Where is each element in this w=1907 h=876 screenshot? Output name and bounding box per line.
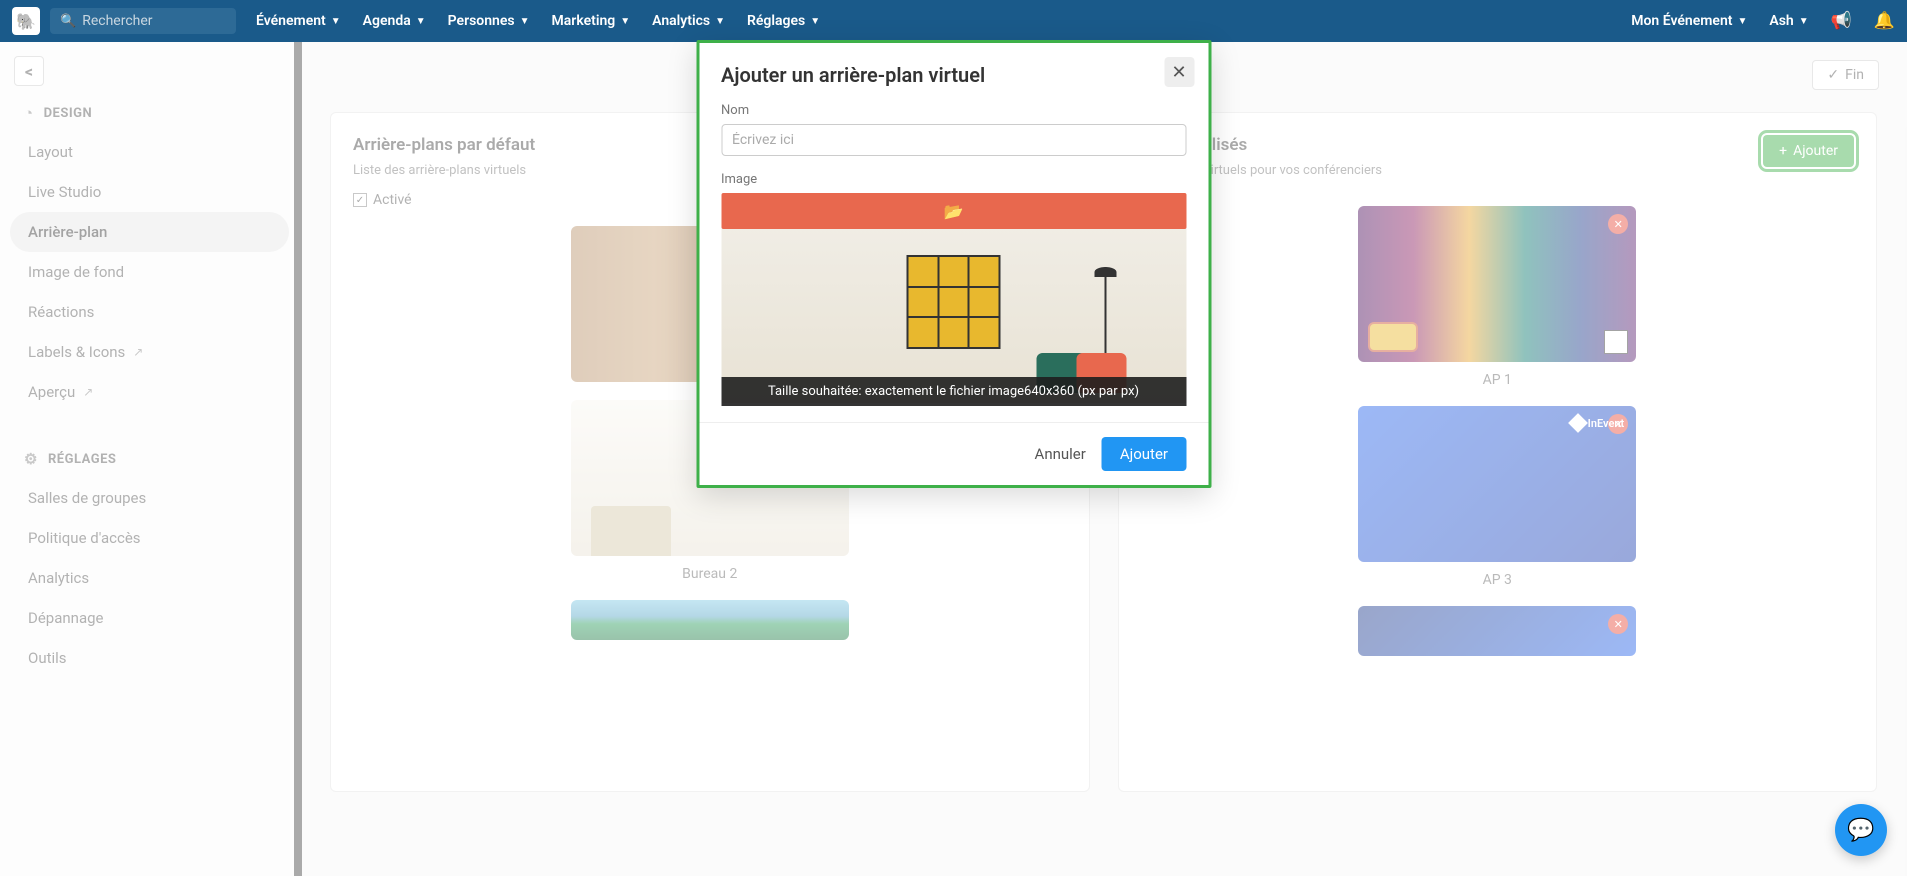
- delete-button[interactable]: ✕: [1608, 214, 1628, 234]
- bg-card-ap1[interactable]: ✕ AP 1: [1358, 206, 1636, 388]
- close-button[interactable]: ✕: [1164, 57, 1194, 87]
- bg-thumbnail: ✕ InEvent: [1358, 406, 1636, 562]
- top-navbar: 🐘 🔍 Événement▼ Agenda▼ Personnes▼ Market…: [0, 0, 1907, 42]
- sidebar-resize-handle[interactable]: [294, 42, 302, 876]
- nav-marketing[interactable]: Marketing▼: [552, 13, 631, 29]
- image-label: Image: [721, 172, 1186, 187]
- design-menu: Layout Live Studio Arrière-plan Image de…: [0, 132, 299, 432]
- chevron-down-icon: ▼: [715, 16, 725, 27]
- bell-icon[interactable]: 🔔: [1874, 11, 1895, 31]
- size-hint: Taille souhaitée: exactement le fichier …: [721, 377, 1186, 406]
- check-icon: ✓: [1827, 67, 1839, 83]
- sidebar-item-layout[interactable]: Layout: [10, 132, 289, 172]
- bg-card-3[interactable]: [571, 600, 849, 640]
- user-menu[interactable]: Ash▼: [1769, 13, 1808, 29]
- nav-evenement[interactable]: Événement▼: [256, 13, 341, 29]
- chevron-down-icon: ▼: [1799, 16, 1809, 27]
- sidebar-item-outils[interactable]: Outils: [10, 638, 289, 678]
- back-button[interactable]: <: [14, 56, 44, 86]
- bg-label: AP 1: [1358, 372, 1636, 388]
- nav-reglages[interactable]: Réglages▼: [747, 13, 820, 29]
- sidebar-item-arriere-plan[interactable]: Arrière-plan: [10, 212, 289, 252]
- add-background-modal: ✕ Ajouter un arrière-plan virtuel Nom Im…: [696, 40, 1211, 488]
- panel-desc: rière-plans virtuels pour vos conférenci…: [1141, 163, 1855, 178]
- megaphone-icon[interactable]: 📢: [1831, 11, 1852, 31]
- sidebar-item-reactions[interactable]: Réactions: [10, 292, 289, 332]
- nav-agenda[interactable]: Agenda▼: [363, 13, 426, 29]
- bg-thumbnail: [571, 600, 849, 640]
- chat-widget-button[interactable]: 💬: [1835, 804, 1887, 856]
- upload-button[interactable]: 📂: [721, 193, 1186, 229]
- sidebar-item-apercu[interactable]: Aperçu↗: [10, 372, 289, 412]
- event-selector[interactable]: Mon Événement▼: [1631, 13, 1747, 29]
- brand-logo-graphic: InEvent: [1571, 416, 1625, 430]
- modal-footer: Annuler Ajouter: [699, 422, 1208, 485]
- preview-lamp-graphic: [1104, 267, 1106, 367]
- preview-artwork-graphic: [907, 255, 1001, 349]
- close-icon: ✕: [1171, 62, 1186, 83]
- name-label: Nom: [721, 103, 1186, 118]
- palette-icon: ◔: [24, 104, 34, 122]
- cancel-button[interactable]: Annuler: [1035, 445, 1086, 463]
- nav-personnes[interactable]: Personnes▼: [448, 13, 530, 29]
- nav-right: Mon Événement▼ Ash▼ 📢 🔔: [1631, 11, 1895, 31]
- sidebar: < ◔ DESIGN Layout Live Studio Arrière-pl…: [0, 42, 300, 876]
- bg-label: Bureau 2: [571, 566, 849, 582]
- panel-title: personnalisés: [1141, 135, 1855, 155]
- sidebar-item-politique[interactable]: Politique d'accès: [10, 518, 289, 558]
- bg-thumbnail: ✕: [1358, 206, 1636, 362]
- section-design-header: ◔ DESIGN: [0, 86, 299, 132]
- sidebar-item-labels-icons[interactable]: Labels & Icons↗: [10, 332, 289, 372]
- sidebar-item-salles[interactable]: Salles de groupes: [10, 478, 289, 518]
- bg-card-ap3[interactable]: ✕ InEvent AP 3: [1358, 406, 1636, 588]
- delete-button[interactable]: ✕: [1608, 614, 1628, 634]
- add-background-button[interactable]: +Ajouter: [1763, 135, 1854, 167]
- chevron-down-icon: ▼: [620, 16, 630, 27]
- chevron-down-icon: ▼: [810, 16, 820, 27]
- chevron-down-icon: ▼: [1737, 16, 1747, 27]
- folder-open-icon: 📂: [944, 202, 964, 221]
- main-nav: Événement▼ Agenda▼ Personnes▼ Marketing▼…: [256, 13, 1631, 29]
- section-reglages-header: ⚙ RÉGLAGES: [0, 432, 299, 478]
- chat-icon: 💬: [1847, 818, 1874, 843]
- chevron-down-icon: ▼: [331, 16, 341, 27]
- modal-title: Ajouter un arrière-plan virtuel: [721, 63, 1186, 87]
- nav-analytics[interactable]: Analytics▼: [652, 13, 725, 29]
- search-box[interactable]: 🔍: [50, 8, 236, 34]
- bg-card-ap-extra[interactable]: ✕: [1358, 606, 1636, 656]
- external-link-icon: ↗: [133, 345, 143, 359]
- bg-thumbnail: ✕: [1358, 606, 1636, 656]
- search-input[interactable]: [82, 13, 226, 29]
- submit-button[interactable]: Ajouter: [1102, 437, 1186, 471]
- gear-icon: ⚙: [24, 450, 38, 468]
- bg-label: AP 3: [1358, 572, 1636, 588]
- custom-backgrounds-panel: +Ajouter personnalisés rière-plans virtu…: [1118, 112, 1878, 792]
- end-button[interactable]: ✓Fin: [1812, 60, 1879, 90]
- chevron-down-icon: ▼: [416, 16, 426, 27]
- vegas-sign-graphic: [1368, 322, 1418, 352]
- sidebar-item-depannage[interactable]: Dépannage: [10, 598, 289, 638]
- chevron-down-icon: ▼: [520, 16, 530, 27]
- name-input[interactable]: [721, 124, 1186, 156]
- plus-icon: +: [1779, 143, 1787, 159]
- app-logo[interactable]: 🐘: [12, 7, 40, 35]
- sidebar-item-live-studio[interactable]: Live Studio: [10, 172, 289, 212]
- sidebar-item-analytics[interactable]: Analytics: [10, 558, 289, 598]
- checkbox-icon: ✓: [353, 193, 367, 207]
- external-link-icon: ↗: [83, 385, 93, 399]
- reglages-menu: Salles de groupes Politique d'accès Anal…: [0, 478, 299, 698]
- search-icon: 🔍: [60, 14, 76, 29]
- sidebar-item-image-de-fond[interactable]: Image de fond: [10, 252, 289, 292]
- qr-code-graphic: [1604, 330, 1628, 354]
